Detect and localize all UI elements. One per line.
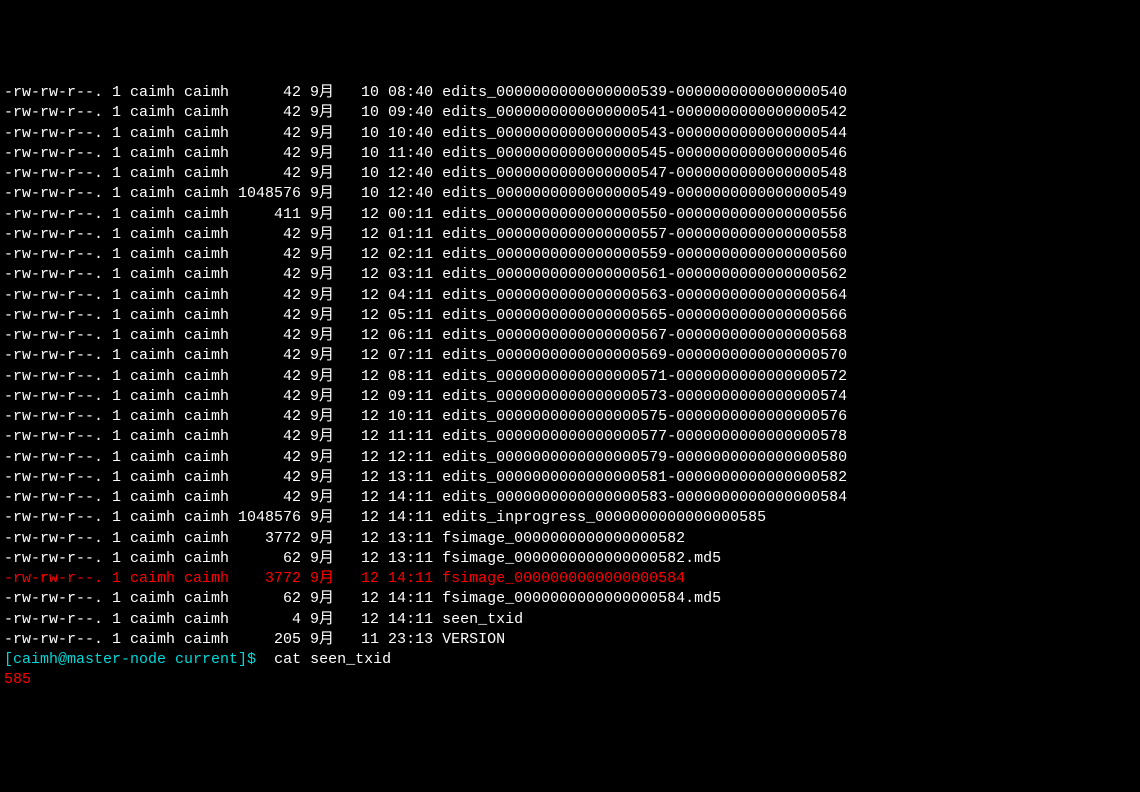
file-listing-row: -rw-rw-r--. 1 caimh caimh 3772 9月 12 13:… [4, 529, 1136, 549]
file-listing-row: -rw-rw-r--. 1 caimh caimh 42 9月 12 10:11… [4, 407, 1136, 427]
file-listing-row: -rw-rw-r--. 1 caimh caimh 42 9月 12 04:11… [4, 286, 1136, 306]
file-listing-row: -rw-rw-r--. 1 caimh caimh 1048576 9月 10 … [4, 184, 1136, 204]
file-listing-row: -rw-rw-r--. 1 caimh caimh 42 9月 12 03:11… [4, 265, 1136, 285]
file-listing-row: -rw-rw-r--. 1 caimh caimh 42 9月 12 13:11… [4, 468, 1136, 488]
file-listing-row: -rw-rw-r--. 1 caimh caimh 4 9月 12 14:11 … [4, 610, 1136, 630]
file-listing-row: -rw-rw-r--. 1 caimh caimh 42 9月 12 02:11… [4, 245, 1136, 265]
prompt-command: cat seen_txid [274, 651, 391, 668]
file-listing-row: -rw-rw-r--. 1 caimh caimh 42 9月 12 12:11… [4, 448, 1136, 468]
shell-prompt-line[interactable]: [caimh@master-node current]$ cat seen_tx… [4, 650, 1136, 670]
file-listing-row: -rw-rw-r--. 1 caimh caimh 62 9月 12 13:11… [4, 549, 1136, 569]
file-listing-row: -rw-rw-r--. 1 caimh caimh 42 9月 10 10:40… [4, 124, 1136, 144]
file-listing-row: -rw-rw-r--. 1 caimh caimh 3772 9月 12 14:… [4, 569, 1136, 589]
file-listing-row: -rw-rw-r--. 1 caimh caimh 42 9月 12 08:11… [4, 367, 1136, 387]
file-listing-row: -rw-rw-r--. 1 caimh caimh 42 9月 10 11:40… [4, 144, 1136, 164]
file-listing-row: -rw-rw-r--. 1 caimh caimh 42 9月 12 01:11… [4, 225, 1136, 245]
file-listing-row: -rw-rw-r--. 1 caimh caimh 42 9月 10 12:40… [4, 164, 1136, 184]
file-listing-row: -rw-rw-r--. 1 caimh caimh 42 9月 10 08:40… [4, 83, 1136, 103]
prompt-user-host: [caimh@master-node current]$ [4, 651, 256, 668]
file-listing-row: -rw-rw-r--. 1 caimh caimh 411 9月 12 00:1… [4, 205, 1136, 225]
command-output: 585 [4, 670, 1136, 690]
file-listing-row: -rw-rw-r--. 1 caimh caimh 1048576 9月 12 … [4, 508, 1136, 528]
file-listing-row: -rw-rw-r--. 1 caimh caimh 42 9月 12 07:11… [4, 346, 1136, 366]
file-listing-row: -rw-rw-r--. 1 caimh caimh 42 9月 10 09:40… [4, 103, 1136, 123]
file-listing-row: -rw-rw-r--. 1 caimh caimh 42 9月 12 11:11… [4, 427, 1136, 447]
file-listing-row: -rw-rw-r--. 1 caimh caimh 42 9月 12 09:11… [4, 387, 1136, 407]
file-listing-row: -rw-rw-r--. 1 caimh caimh 205 9月 11 23:1… [4, 630, 1136, 650]
terminal-output[interactable]: -rw-rw-r--. 1 caimh caimh 42 9月 10 08:40… [4, 83, 1136, 691]
file-listing-row: -rw-rw-r--. 1 caimh caimh 42 9月 12 05:11… [4, 306, 1136, 326]
file-listing-row: -rw-rw-r--. 1 caimh caimh 42 9月 12 06:11… [4, 326, 1136, 346]
file-listing-row: -rw-rw-r--. 1 caimh caimh 42 9月 12 14:11… [4, 488, 1136, 508]
file-listing-row: -rw-rw-r--. 1 caimh caimh 62 9月 12 14:11… [4, 589, 1136, 609]
